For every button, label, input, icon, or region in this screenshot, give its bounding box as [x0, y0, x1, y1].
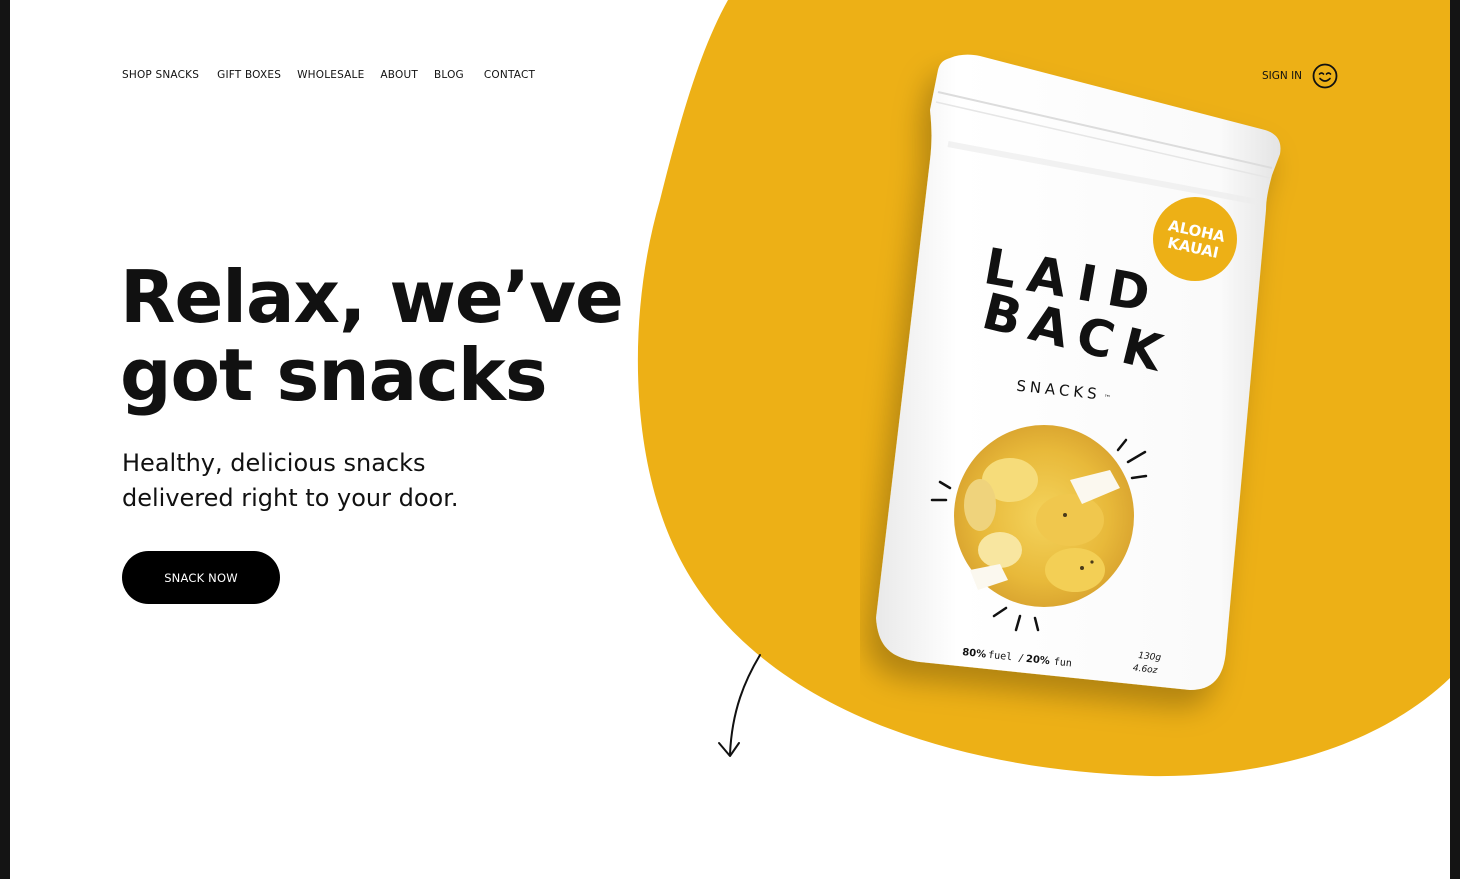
landing-page: SHOP SNACKS GIFT BOXES WHOLESALE ABOUT B… [10, 0, 1450, 879]
nav-blog[interactable]: BLOG [434, 69, 464, 81]
smiling-face-icon [1312, 63, 1338, 89]
tagline-fun: fun [1053, 657, 1072, 670]
product-bag-image: ALOHA KAUAI LAID BACK SNACKS ™ 80% fuel … [876, 54, 1281, 691]
subheading-line-1: Healthy, delicious snacks [122, 449, 426, 477]
main-nav: SHOP SNACKS GIFT BOXES WHOLESALE ABOUT B… [122, 69, 535, 81]
snack-now-button[interactable]: SNACK NOW [122, 551, 280, 604]
nav-about[interactable]: ABOUT [380, 69, 418, 81]
nav-shop-snacks[interactable]: SHOP SNACKS [122, 69, 199, 81]
hero-headline: Relax, we’ve got snacks [120, 255, 624, 417]
nav-gift-boxes[interactable]: GIFT BOXES [217, 69, 281, 81]
hero-subheading: Healthy, delicious snacks delivered righ… [122, 446, 459, 516]
subheading-line-2: delivered right to your door. [122, 484, 459, 512]
snack-window [954, 425, 1134, 607]
nav-wholesale[interactable]: WHOLESALE [297, 69, 364, 81]
headline-line-2: got snacks [120, 333, 548, 417]
curved-arrow-down-icon[interactable] [710, 650, 770, 762]
headline-line-1: Relax, we’ve [120, 255, 624, 339]
nav-contact[interactable]: CONTACT [484, 69, 535, 81]
brand-trademark: ™ [1103, 394, 1111, 403]
